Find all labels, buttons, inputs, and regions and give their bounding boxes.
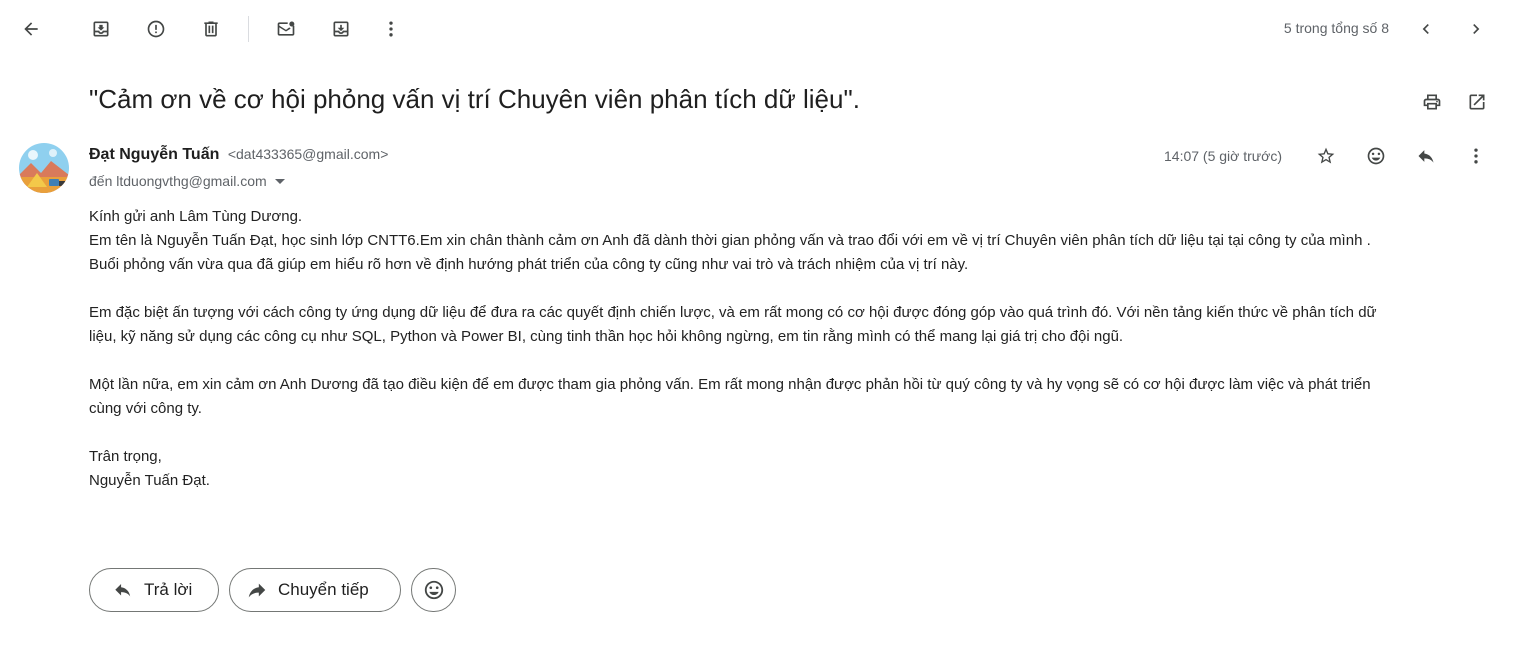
mark-unread-icon <box>277 21 295 36</box>
email-view: 5 trong tổng số 8 "Cảm ơn về cơ hội phỏn… <box>0 0 1527 648</box>
star-icon <box>1317 147 1335 164</box>
paragraph-1-line-1: Em tên là Nguyễn Tuấn Đạt, học sinh lớp … <box>89 232 1371 249</box>
delete-button[interactable] <box>193 11 229 47</box>
greeting: Kính gửi anh Lâm Tùng Dương. <box>89 208 303 225</box>
reply-label: Trả lời <box>144 580 193 599</box>
previous-button[interactable] <box>1408 11 1444 47</box>
back-button[interactable] <box>13 11 49 47</box>
message-body: Kính gửi anh Lâm Tùng Dương. Em tên là N… <box>89 205 1509 493</box>
sender-email: <dat433365@gmail.com> <box>227 146 389 162</box>
move-to-icon <box>333 21 349 37</box>
more-vert-icon <box>389 21 393 37</box>
pager-count: 5 trong tổng số 8 <box>1283 20 1389 36</box>
paragraph-3-line-1: Một lần nữa, em xin cảm ơn Anh Dương đã … <box>89 376 1371 393</box>
trash-icon <box>204 21 218 37</box>
archive-button[interactable] <box>83 11 119 47</box>
emoji-reaction-button[interactable] <box>411 568 456 612</box>
reply-icon <box>115 583 131 597</box>
recipient-label: đến ltduongvthg@gmail.com <box>89 173 267 189</box>
forward-icon <box>248 583 266 598</box>
report-spam-button[interactable] <box>138 11 174 47</box>
archive-icon <box>93 21 109 37</box>
email-subject: "Cảm ơn về cơ hội phỏng vấn vị trí Chuyê… <box>89 84 860 114</box>
sender-name[interactable]: Đạt Nguyễn Tuấn <box>89 146 219 163</box>
paragraph-1-line-2: Buổi phỏng vấn vừa qua đã giúp em hiểu r… <box>89 256 969 273</box>
toolbar: 5 trong tổng số 8 <box>0 0 1527 58</box>
forward-label: Chuyển tiếp <box>278 580 369 599</box>
move-to-button[interactable] <box>323 11 359 47</box>
paragraph-2-line-2: liệu, kỹ năng sử dụng các công cụ như SQ… <box>89 328 1124 345</box>
toolbar-divider <box>248 16 249 42</box>
reply-button[interactable] <box>1408 138 1444 174</box>
open-in-new-icon <box>1469 94 1485 110</box>
next-button[interactable] <box>1458 11 1494 47</box>
sender-info: Đạt Nguyễn Tuấn <dat433365@gmail.com> <box>89 146 388 164</box>
paragraph-2-line-1: Em đặc biệt ấn tượng với cách công ty ứn… <box>89 304 1377 321</box>
signature: Nguyễn Tuấn Đạt. <box>89 472 210 489</box>
reply-pill-button[interactable]: Trả lời <box>89 568 219 612</box>
emoji-icon <box>424 580 443 600</box>
forward-pill-button[interactable]: Chuyển tiếp <box>229 568 401 612</box>
message-timestamp: 14:07 (5 giờ trước) <box>1164 148 1282 164</box>
report-icon <box>147 20 165 38</box>
recipient-details-icon[interactable] <box>274 178 285 184</box>
print-button[interactable] <box>1414 84 1450 120</box>
closing: Trân trọng, <box>89 448 162 465</box>
print-icon <box>1423 94 1441 110</box>
mark-unread-button[interactable] <box>268 11 304 47</box>
recipient-info: đến ltduongvthg@gmail.com <box>89 173 285 189</box>
avatar[interactable] <box>19 143 69 193</box>
message-more-button[interactable] <box>1458 138 1494 174</box>
chevron-right-icon <box>1473 24 1480 34</box>
more-vert-icon <box>1474 148 1478 164</box>
arrow-left-icon <box>24 22 38 36</box>
avatar-image <box>19 143 69 193</box>
chevron-left-icon <box>1422 24 1429 34</box>
paragraph-3-line-2: cùng với công ty. <box>89 400 202 417</box>
add-reaction-button[interactable] <box>1358 138 1394 174</box>
open-new-window-button[interactable] <box>1459 84 1495 120</box>
more-actions-button[interactable] <box>373 11 409 47</box>
emoji-icon <box>1367 147 1385 165</box>
reply-icon <box>1418 150 1434 163</box>
star-button[interactable] <box>1308 138 1344 174</box>
